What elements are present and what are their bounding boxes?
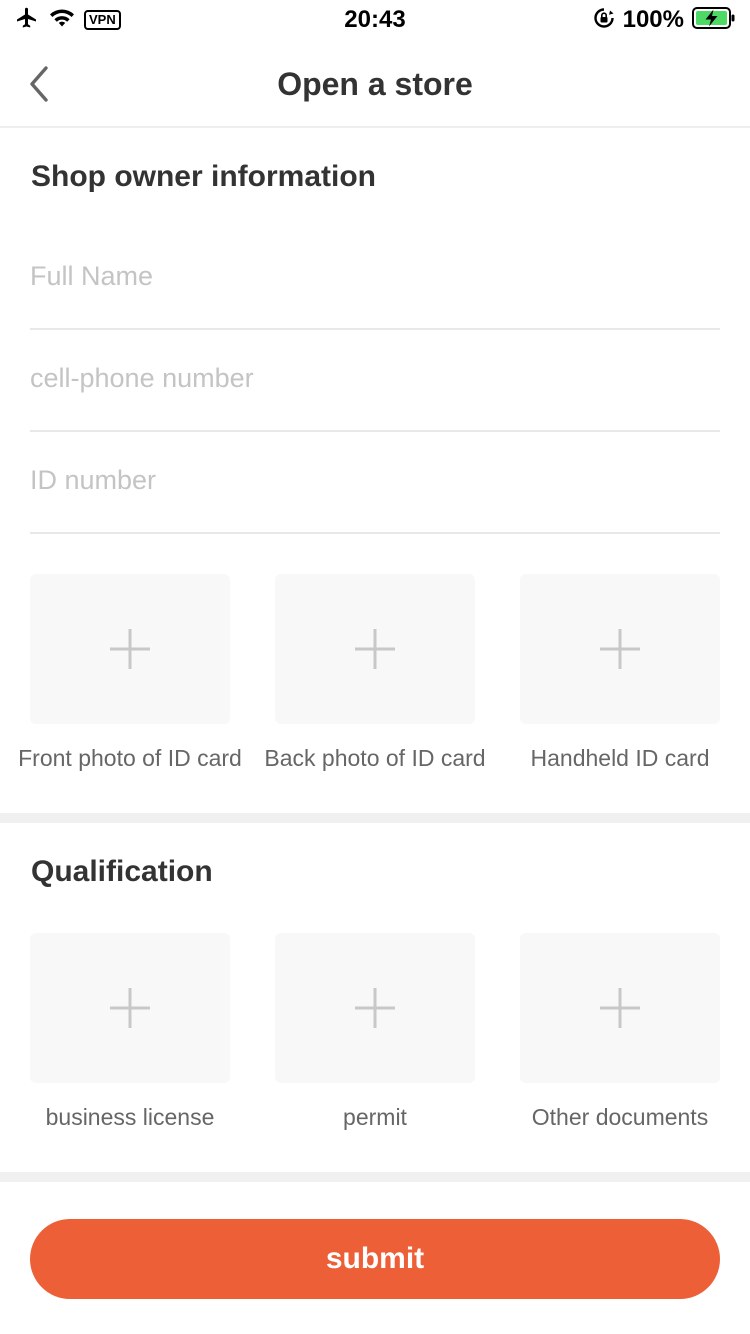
phone-field	[30, 330, 720, 432]
section-divider	[0, 1172, 750, 1182]
upload-id-handheld-button[interactable]	[520, 574, 720, 724]
page-title: Open a store	[277, 65, 473, 102]
plus-icon	[355, 988, 395, 1028]
plus-icon	[110, 629, 150, 669]
plus-icon	[110, 988, 150, 1028]
status-bar: VPN 20:43 100%	[0, 0, 750, 40]
section-title-owner: Shop owner information	[31, 160, 376, 193]
full-name-input[interactable]	[30, 256, 720, 296]
upload-label-id-handheld: Handheld ID card	[530, 745, 710, 771]
nav-bar: Open a store	[0, 40, 750, 128]
upload-permit-button[interactable]	[275, 933, 475, 1083]
upload-label-id-back: Back photo of ID card	[264, 745, 486, 771]
phone-input[interactable]	[30, 358, 720, 398]
id-number-field	[30, 432, 720, 534]
upload-id-front-button[interactable]	[30, 574, 230, 724]
id-number-input[interactable]	[30, 460, 720, 500]
vpn-badge: VPN	[84, 10, 121, 30]
upload-label-id-front: Front photo of ID card	[18, 745, 242, 771]
plus-icon	[600, 629, 640, 669]
battery-percent: 100%	[622, 6, 684, 33]
status-bar-right: 100%	[593, 6, 736, 35]
section-title-qualification: Qualification	[31, 855, 213, 888]
full-name-field	[30, 228, 720, 330]
upload-label-other-documents: Other documents	[531, 1104, 709, 1130]
section-divider	[0, 813, 750, 823]
wifi-icon	[48, 7, 76, 34]
airplane-icon	[14, 6, 40, 35]
submit-button[interactable]: submit	[30, 1219, 720, 1299]
upload-id-back-button[interactable]	[275, 574, 475, 724]
plus-icon	[355, 629, 395, 669]
upload-label-permit: permit	[343, 1104, 407, 1130]
rotation-lock-icon	[593, 7, 615, 34]
upload-other-documents-button[interactable]	[520, 933, 720, 1083]
status-bar-left: VPN	[14, 6, 121, 35]
open-store-page: VPN 20:43 100% Open a store Shop owner i…	[0, 0, 750, 1334]
upload-business-license-button[interactable]	[30, 933, 230, 1083]
plus-icon	[600, 988, 640, 1028]
upload-label-business-license: business license	[45, 1104, 215, 1130]
battery-charging-icon	[692, 6, 736, 35]
